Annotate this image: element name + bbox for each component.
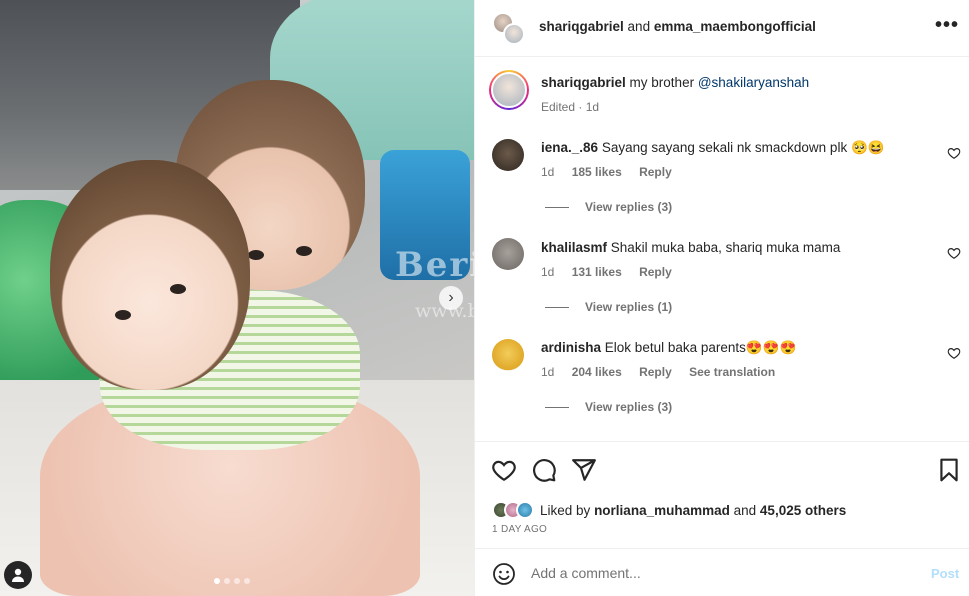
comment-meta: 1d 204 likes Reply See translation — [541, 365, 789, 379]
likes-count[interactable]: 45,025 others — [760, 503, 846, 518]
comment-username[interactable]: ardinisha — [541, 340, 601, 355]
reply-button[interactable]: Reply — [639, 265, 672, 279]
comment-time: 1d — [541, 365, 555, 379]
comment-text: iena._.86 Sayang sayang sekali nk smackd… — [541, 140, 885, 156]
avatar — [503, 23, 525, 45]
view-replies-button[interactable]: View replies (1) — [545, 300, 672, 314]
liked-by: Liked by norliana_muhammad and 45,025 ot… — [492, 499, 846, 521]
reply-button[interactable]: Reply — [639, 165, 672, 179]
replies-divider — [545, 306, 569, 308]
baby-eye — [115, 310, 131, 320]
avatar — [516, 501, 534, 519]
add-comment-bar: Post — [475, 548, 969, 596]
edited-label: Edited · 1d — [541, 100, 600, 114]
avatar — [491, 72, 527, 108]
comment-input[interactable] — [531, 561, 911, 585]
caption-avatar[interactable] — [489, 70, 529, 110]
older-child-eye — [248, 250, 264, 260]
view-replies-label: View replies (3) — [585, 400, 673, 414]
comments-list[interactable]: shariqgabriel my brother @shakilaryansha… — [475, 58, 969, 440]
replies-divider — [545, 206, 569, 208]
comment-likes[interactable]: 131 likes — [572, 265, 622, 279]
comment-username[interactable]: iena._.86 — [541, 140, 598, 155]
post-actions: Liked by norliana_muhammad and 45,025 ot… — [475, 441, 969, 548]
liked-by-prefix: Liked by — [540, 502, 591, 518]
carousel-dot — [234, 578, 240, 584]
comment-bubble-icon[interactable] — [531, 457, 557, 483]
post-comment-button[interactable]: Post — [931, 566, 959, 581]
comment-meta: 1d 131 likes Reply — [541, 265, 686, 279]
post-header: shariqgabriel and emma_maembongofficial … — [475, 0, 969, 57]
carousel-dot — [244, 578, 250, 584]
comment-likes[interactable]: 185 likes — [572, 165, 622, 179]
save-bookmark-icon[interactable] — [936, 457, 962, 483]
comment-time: 1d — [541, 265, 555, 279]
post-photo[interactable]: Berita Kopak www.beritakopak.com › — [0, 0, 474, 596]
comment-text: ardinisha Elok betul baka parents😍😍😍 — [541, 340, 796, 356]
comment-body: Sayang sayang sekali nk smackdown plk 🥺😆 — [601, 140, 885, 155]
post-authors: shariqgabriel and emma_maembongofficial — [539, 19, 816, 34]
post-details-panel: shariqgabriel and emma_maembongofficial … — [474, 0, 969, 596]
caption-text: shariqgabriel my brother @shakilaryansha… — [541, 75, 809, 90]
post-timestamp[interactable]: 1 DAY AGO — [492, 524, 547, 535]
carousel-indicator — [214, 578, 250, 584]
comment-body: Elok betul baka parents😍😍😍 — [604, 340, 797, 355]
comment-avatar[interactable] — [492, 139, 524, 171]
comment-username[interactable]: khalilasmf — [541, 240, 607, 255]
comment-text: khalilasmf Shakil muka baba, shariq muka… — [541, 240, 840, 255]
view-replies-label: View replies (1) — [585, 300, 673, 314]
share-send-icon[interactable] — [571, 457, 597, 483]
comment-body: Shakil muka baba, shariq muka mama — [610, 240, 841, 255]
like-heart-icon[interactable] — [491, 457, 517, 483]
like-comment-heart-icon[interactable] — [947, 346, 961, 360]
view-replies-label: View replies (3) — [585, 200, 673, 214]
comment-time: 1d — [541, 165, 555, 179]
baby-eye — [170, 284, 186, 294]
author-link[interactable]: shariqgabriel — [539, 19, 624, 34]
next-slide-button[interactable]: › — [439, 286, 463, 310]
like-comment-heart-icon[interactable] — [947, 246, 961, 260]
tagged-users-button[interactable] — [4, 561, 32, 589]
caption-username[interactable]: shariqgabriel — [541, 75, 626, 90]
replies-divider — [545, 406, 569, 408]
baby-head — [50, 160, 250, 390]
comment-avatar[interactable] — [492, 339, 524, 371]
caption-body: my brother — [629, 75, 695, 90]
comment-avatar[interactable] — [492, 238, 524, 270]
caption-meta: Edited · 1d — [541, 100, 599, 114]
authors-joiner: and — [627, 19, 651, 34]
liked-by-text: Liked by norliana_muhammad and 45,025 ot… — [540, 503, 846, 518]
caption-mention[interactable]: @shakilaryanshah — [698, 75, 809, 90]
carousel-dot — [224, 578, 230, 584]
collab-avatars[interactable] — [492, 12, 526, 46]
comment-likes[interactable]: 204 likes — [572, 365, 622, 379]
user-icon — [12, 568, 24, 582]
view-replies-button[interactable]: View replies (3) — [545, 200, 672, 214]
more-horizontal-icon: ••• — [935, 14, 960, 36]
see-translation-button[interactable]: See translation — [689, 365, 775, 379]
more-options-button[interactable]: ••• — [935, 14, 959, 37]
liked-by-user[interactable]: norliana_muhammad — [594, 503, 730, 518]
comment-meta: 1d 185 likes Reply — [541, 165, 686, 179]
author-link[interactable]: emma_maembongofficial — [654, 19, 816, 34]
carousel-dot — [214, 578, 220, 584]
older-child-eye — [296, 246, 312, 256]
chevron-right-icon: › — [448, 289, 454, 306]
reply-button[interactable]: Reply — [639, 365, 672, 379]
view-replies-button[interactable]: View replies (3) — [545, 400, 672, 414]
like-comment-heart-icon[interactable] — [947, 146, 961, 160]
emoji-icon[interactable] — [492, 562, 516, 586]
liked-by-and: and — [733, 502, 757, 518]
watermark-text: Berita Kopak — [395, 245, 474, 285]
